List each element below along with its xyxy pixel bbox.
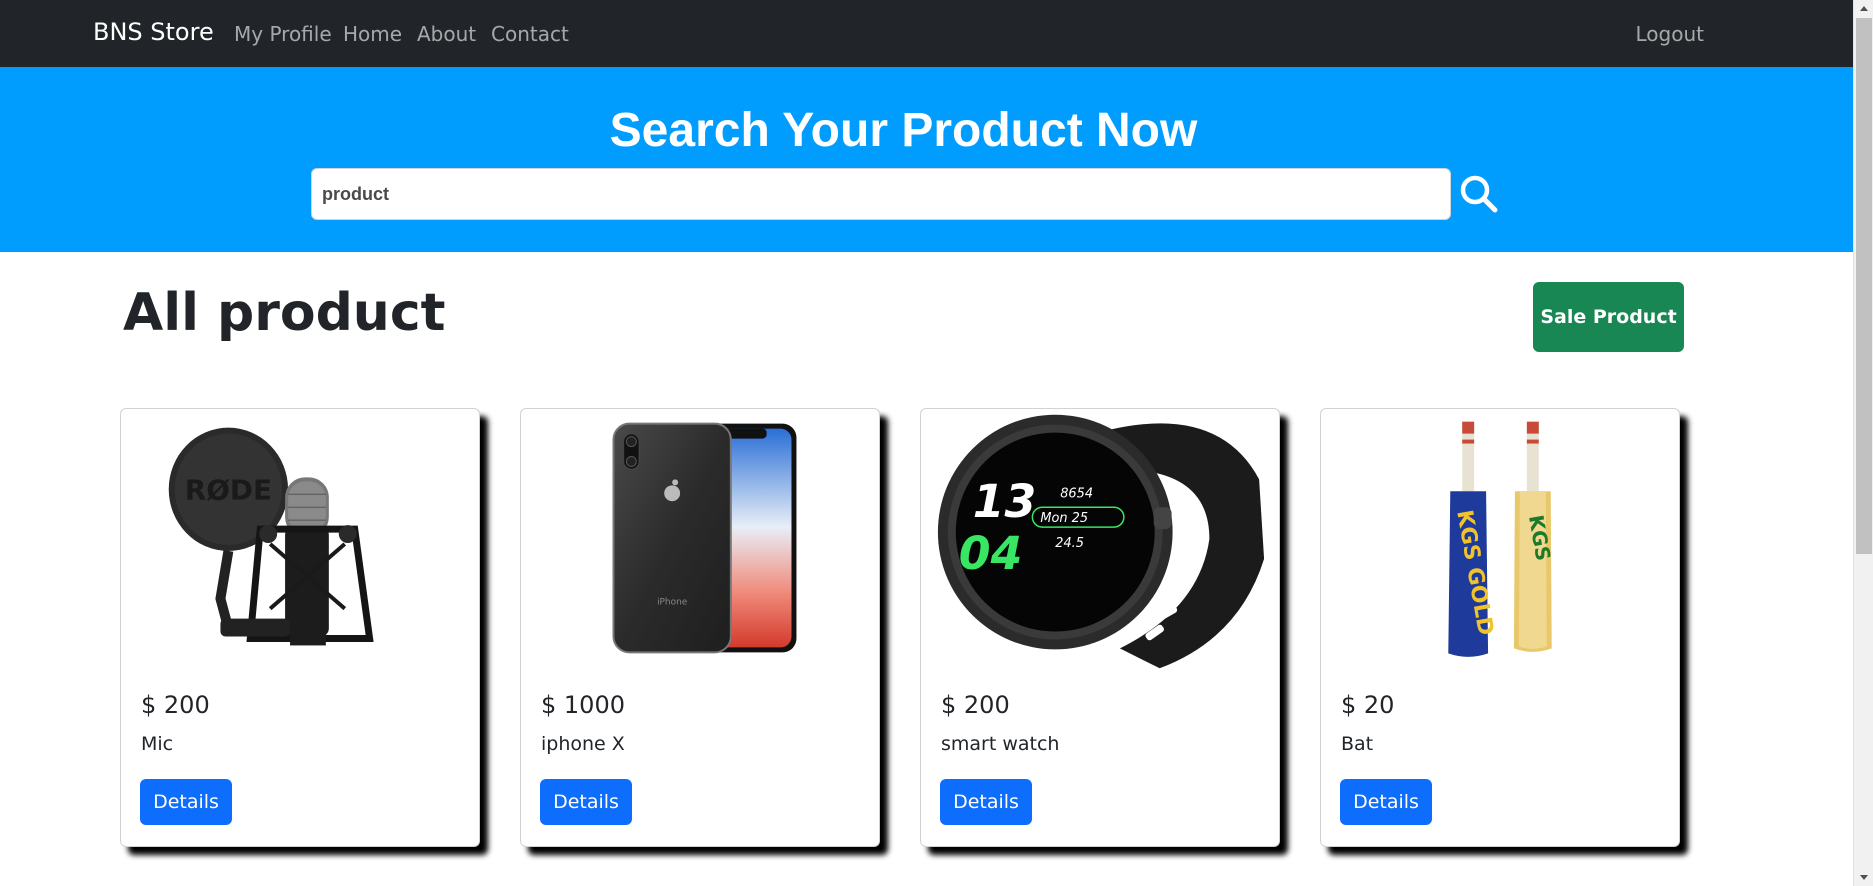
details-button[interactable]: Details — [140, 779, 232, 825]
nav-link-about[interactable]: About — [417, 22, 476, 46]
watch-steps-text: 8654 — [1060, 486, 1093, 501]
search-hero: Search Your Product Now — [0, 67, 1853, 252]
microphone-image: RØDE — [168, 427, 374, 646]
mic-brand-text: RØDE — [185, 473, 272, 506]
product-name: Bat — [1341, 733, 1374, 755]
nav-link-my-profile[interactable]: My Profile — [234, 22, 332, 46]
product-price: $ 200 — [941, 691, 1010, 719]
product-name: iphone X — [541, 733, 625, 755]
nav-link-home[interactable]: Home — [343, 22, 402, 46]
watch-minute-text: 04 — [959, 527, 1023, 580]
search-button[interactable] — [1456, 171, 1502, 217]
watch-temp-text: 24.5 — [1055, 536, 1084, 551]
product-price: $ 1000 — [541, 691, 625, 719]
cricket-bat-image: KGS GOLD KGS — [1448, 421, 1555, 657]
iphone-label-text: iPhone — [657, 598, 688, 608]
product-card: KGS GOLD KGS $ 20 Bat Details — [1320, 408, 1680, 847]
page-title: All product — [123, 283, 446, 343]
brand-logo[interactable]: BNS Store — [93, 18, 214, 46]
scroll-up-arrow-icon[interactable] — [1854, 0, 1873, 18]
product-name: Mic — [141, 733, 174, 755]
iphone-image: iPhone — [612, 422, 797, 654]
details-button[interactable]: Details — [940, 779, 1032, 825]
watch-hour-text: 13 — [973, 475, 1037, 528]
product-price: $ 200 — [141, 691, 210, 719]
product-card: RØDE $ 200 Mic Details — [120, 408, 480, 847]
search-input[interactable] — [311, 168, 1451, 220]
scrollbar-thumb[interactable] — [1856, 18, 1872, 554]
scroll-down-arrow-icon[interactable] — [1854, 868, 1873, 886]
product-price: $ 20 — [1341, 691, 1395, 719]
product-card: 13 04 8654 Mon 25 24.5 $ 200 smart watch… — [920, 408, 1280, 847]
navbar: BNS Store My Profile Home About Contact … — [0, 0, 1853, 67]
details-button[interactable]: Details — [540, 779, 632, 825]
product-name: smart watch — [941, 733, 1060, 755]
search-icon — [1460, 175, 1498, 213]
hero-title: Search Your Product Now — [609, 104, 1198, 157]
product-card: iPhone $ 1000 iphone X Details — [520, 408, 880, 847]
vertical-scrollbar[interactable] — [1853, 0, 1873, 886]
watch-date-text: Mon 25 — [1040, 511, 1088, 526]
nav-link-contact[interactable]: Contact — [491, 22, 569, 46]
smartwatch-image: 13 04 8654 Mon 25 24.5 — [937, 414, 1265, 669]
sale-product-button[interactable]: Sale Product — [1533, 282, 1684, 352]
logout-link[interactable]: Logout — [1636, 22, 1704, 46]
details-button[interactable]: Details — [1340, 779, 1432, 825]
